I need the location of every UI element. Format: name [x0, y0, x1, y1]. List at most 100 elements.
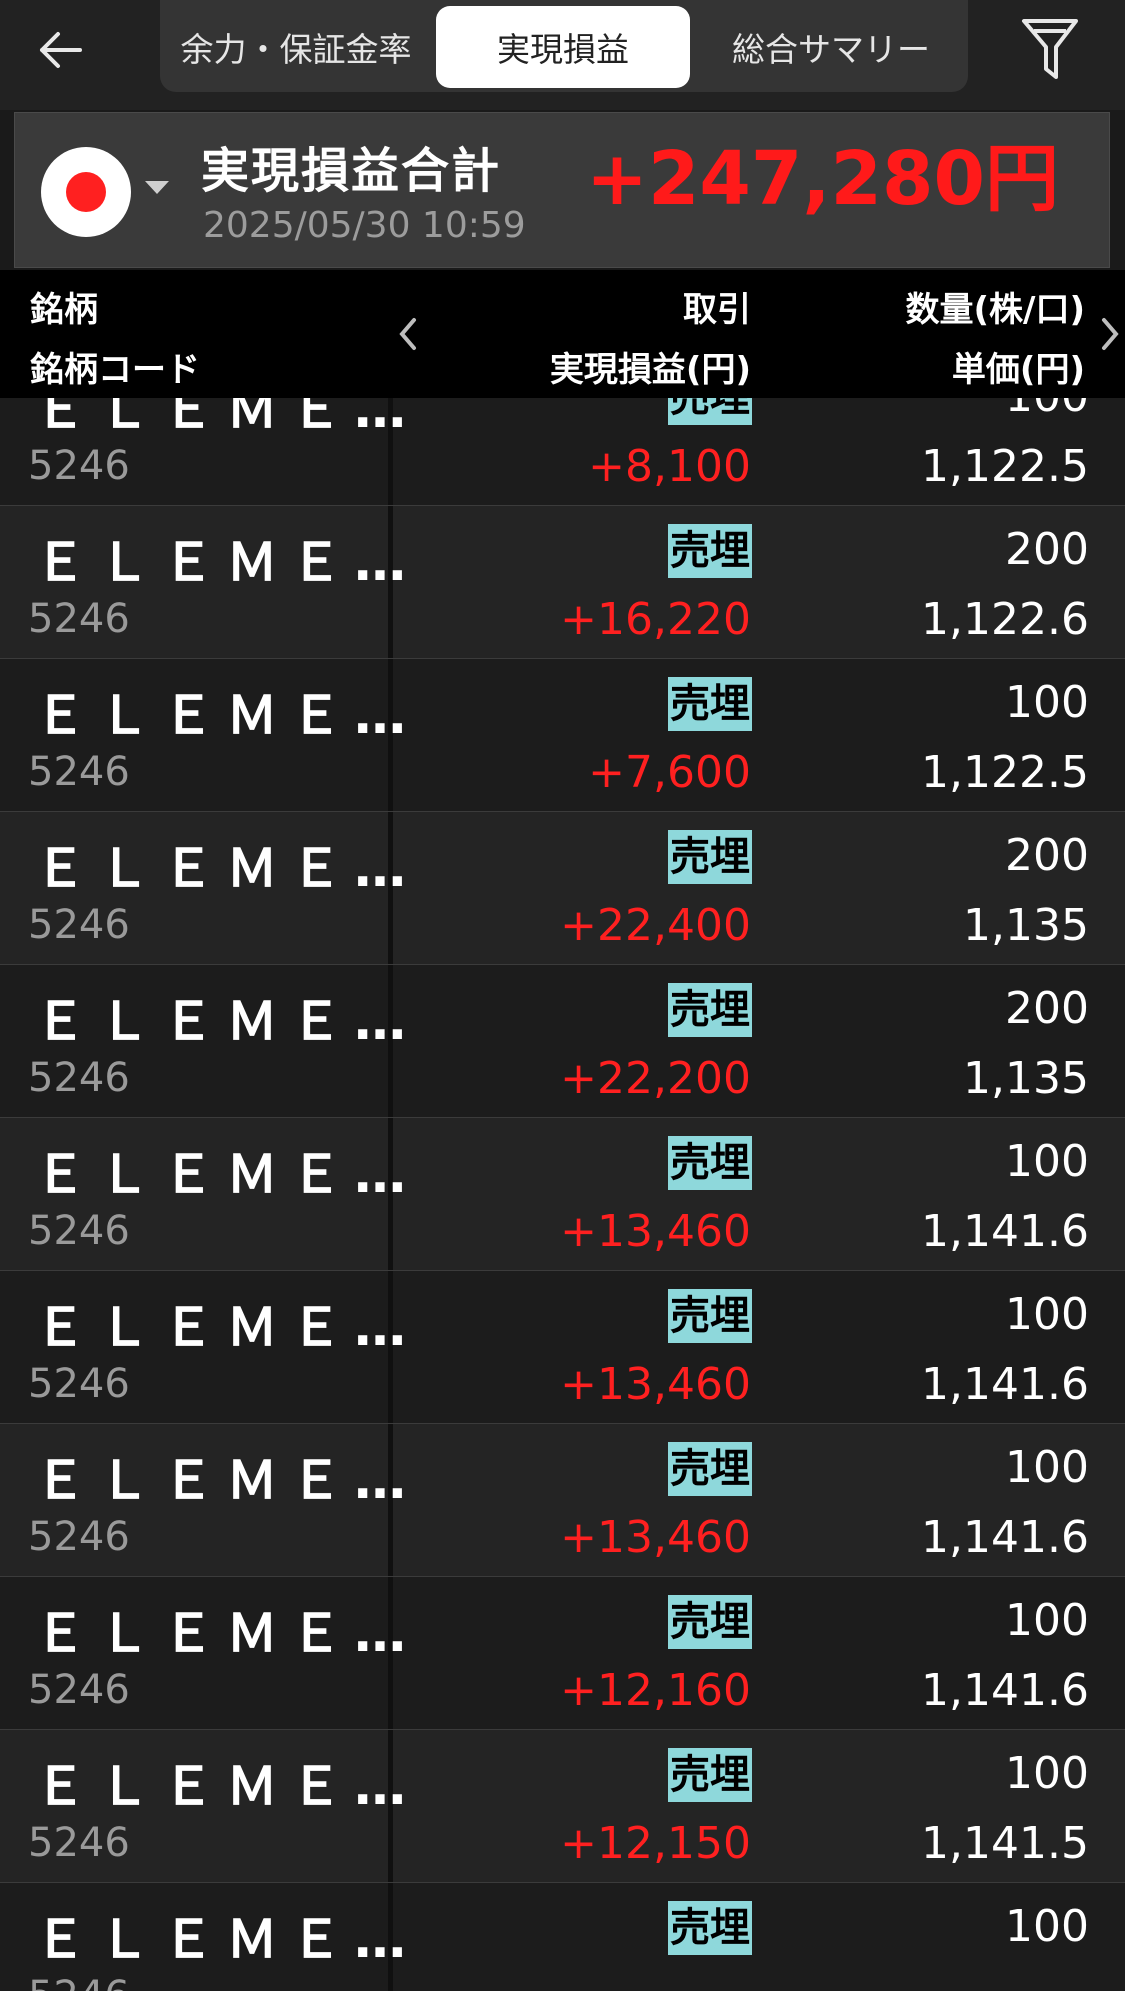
summary-amount: +247,280円 — [585, 136, 1059, 222]
realized-pl: +8,100 — [588, 441, 751, 492]
stock-code: 5246 — [28, 902, 130, 948]
unit-price: 1,122.6 — [921, 594, 1089, 645]
stock-code: 5246 — [28, 1973, 130, 1991]
stock-name: ＥＬＥＭＥ… — [34, 686, 419, 746]
quantity: 100 — [1005, 398, 1089, 422]
stock-code: 5246 — [28, 1055, 130, 1101]
top-bar: 余力・保証金率 実現損益 総合サマリー — [0, 0, 1125, 110]
stock-code: 5246 — [28, 596, 130, 642]
tab-margin-rate[interactable]: 余力・保証金率 — [160, 6, 432, 88]
tab-summary[interactable]: 総合サマリー — [694, 6, 968, 88]
unit-price: 1,122.5 — [921, 747, 1089, 798]
table-row[interactable]: ＥＬＥＭＥ… 5246 売埋 +13,460 100 1,141.6 — [0, 1424, 1125, 1577]
back-button[interactable] — [28, 18, 92, 82]
stock-code: 5246 — [28, 1667, 130, 1713]
trade-type-badge: 売埋 — [668, 524, 752, 578]
stock-code: 5246 — [28, 749, 130, 795]
realized-pl: +22,400 — [560, 900, 751, 951]
prev-column-button[interactable] — [390, 310, 426, 358]
unit-price: 1,141.6 — [921, 1359, 1089, 1410]
table-row[interactable]: ＥＬＥＭＥ… 5246 売埋 +12,150 100 1,141.5 — [0, 1730, 1125, 1883]
realized-pl: +7,600 — [588, 747, 751, 798]
trade-type-badge: 売埋 — [668, 1901, 752, 1955]
unit-price: 1,141.6 — [921, 1512, 1089, 1563]
trade-type-badge: 売埋 — [668, 1442, 752, 1496]
summary-title: 実現損益合計 — [201, 143, 502, 199]
table-row[interactable]: ＥＬＥＭＥ…5246 売埋 +8,100 100 1,122.5 — [0, 398, 1125, 506]
stock-code: 5246 — [28, 1514, 130, 1560]
trade-type-badge: 売埋 — [668, 1136, 752, 1190]
quantity: 100 — [1005, 1595, 1089, 1646]
header-trade: 取引 — [683, 290, 751, 330]
realized-pl: +12,160 — [560, 1665, 751, 1716]
table-row[interactable]: ＥＬＥＭＥ… 5246 売埋 +13,460 100 1,141.6 — [0, 1271, 1125, 1424]
quantity: 100 — [1005, 1289, 1089, 1340]
table-row[interactable]: ＥＬＥＭＥ… 5246 売埋 +12,160 100 1,141.6 — [0, 1577, 1125, 1730]
realized-pl-summary: 実現損益合計 2025/05/30 10:59 +247,280円 — [14, 112, 1110, 268]
tab-realized-pl[interactable]: 実現損益 — [436, 6, 690, 88]
filter-icon — [1022, 19, 1078, 79]
table-row[interactable]: ＥＬＥＭＥ… 5246 売埋 +22,400 200 1,135 — [0, 812, 1125, 965]
table-header: 銘柄 銘柄コード 取引 実現損益(円) 数量(株/口) 単価(円) — [0, 270, 1125, 398]
table-row[interactable]: ＥＬＥＭＥ… 5246 売埋 +22,200 200 1,135 — [0, 965, 1125, 1118]
stock-code: 5246 — [28, 443, 130, 489]
quantity: 100 — [1005, 1442, 1089, 1493]
stock-code: 5246 — [28, 1208, 130, 1254]
header-stock-name: 銘柄 — [30, 290, 98, 330]
trade-type-badge: 売埋 — [668, 1748, 752, 1802]
trade-type-badge: 売埋 — [668, 830, 752, 884]
unit-price: 1,141.6 — [921, 1206, 1089, 1257]
realized-pl: +13,460 — [560, 1359, 751, 1410]
arrow-left-icon — [40, 32, 82, 68]
japan-flag-icon[interactable] — [41, 147, 131, 237]
quantity: 200 — [1005, 524, 1089, 575]
quantity: 200 — [1005, 830, 1089, 881]
unit-price: 1,141.5 — [921, 1818, 1089, 1869]
stock-code: 5246 — [28, 1820, 130, 1866]
header-realized-pl: 実現損益(円) — [549, 350, 751, 390]
realized-pl: +13,460 — [560, 1206, 751, 1257]
trade-list[interactable]: ＥＬＥＭＥ…5246売埋+8,1001001,122.5ＥＬＥＭＥ…5246売埋… — [0, 398, 1125, 1991]
unit-price: 1,122.5 — [921, 441, 1089, 492]
stock-name: ＥＬＥＭＥ… — [34, 1145, 419, 1205]
quantity: 200 — [1005, 983, 1089, 1034]
realized-pl: +12,150 — [560, 1818, 751, 1869]
quantity: 100 — [1005, 1136, 1089, 1187]
quantity: 100 — [1005, 1748, 1089, 1799]
table-row[interactable]: ＥＬＥＭＥ… 5246 売埋 +16,220 200 1,122.6 — [0, 506, 1125, 659]
segmented-tabs: 余力・保証金率 実現損益 総合サマリー — [160, 0, 968, 92]
chevron-right-icon — [1102, 318, 1119, 350]
header-stock-code: 銘柄コード — [30, 350, 200, 390]
unit-price: 1,141.6 — [921, 1665, 1089, 1716]
chevron-left-icon — [399, 318, 416, 350]
realized-pl: +13,460 — [560, 1512, 751, 1563]
realized-pl: +16,220 — [560, 594, 751, 645]
filter-button[interactable] — [1012, 10, 1088, 90]
stock-name: ＥＬＥＭＥ… — [34, 1757, 419, 1817]
stock-name: ＥＬＥＭＥ… — [34, 398, 419, 440]
trade-type-badge: 売埋 — [668, 398, 752, 425]
stock-name: ＥＬＥＭＥ… — [34, 1604, 419, 1664]
quantity: 100 — [1005, 677, 1089, 728]
unit-price: 1,135 — [963, 1053, 1089, 1104]
stock-name: ＥＬＥＭＥ… — [34, 1298, 419, 1358]
trade-type-badge: 売埋 — [668, 677, 752, 731]
stock-name: ＥＬＥＭＥ… — [34, 992, 419, 1052]
table-row[interactable]: ＥＬＥＭＥ… 5246 売埋 100 — [0, 1883, 1125, 1991]
summary-datetime: 2025/05/30 10:59 — [203, 205, 526, 246]
header-unit-price: 単価(円) — [951, 350, 1085, 390]
stock-code: 5246 — [28, 1361, 130, 1407]
unit-price: 1,135 — [963, 900, 1089, 951]
stock-name: ＥＬＥＭＥ… — [34, 1910, 419, 1970]
stock-name: ＥＬＥＭＥ… — [34, 533, 419, 593]
trade-type-badge: 売埋 — [668, 1289, 752, 1343]
stock-name: ＥＬＥＭＥ… — [34, 1451, 419, 1511]
table-row[interactable]: ＥＬＥＭＥ… 5246 売埋 +7,600 100 1,122.5 — [0, 659, 1125, 812]
quantity: 100 — [1005, 1901, 1089, 1952]
trade-type-badge: 売埋 — [668, 1595, 752, 1649]
next-column-button[interactable] — [1092, 310, 1125, 358]
header-quantity: 数量(株/口) — [905, 290, 1086, 330]
caret-down-icon[interactable] — [145, 181, 169, 194]
realized-pl: +22,200 — [560, 1053, 751, 1104]
table-row[interactable]: ＥＬＥＭＥ… 5246 売埋 +13,460 100 1,141.6 — [0, 1118, 1125, 1271]
